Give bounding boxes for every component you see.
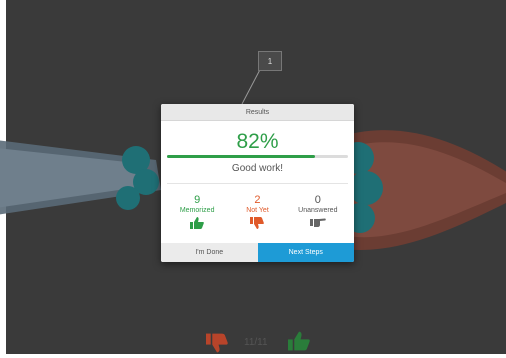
- stat-memorized: 9 Memorized: [169, 195, 225, 229]
- memorized-label: Memorized: [179, 207, 215, 214]
- pointing-hand-icon: [309, 218, 326, 227]
- im-done-button[interactable]: I'm Done: [161, 243, 258, 262]
- section-divider: [167, 183, 348, 184]
- dialog-header: Results: [161, 104, 354, 121]
- card-counter: 11/11: [244, 337, 268, 348]
- score-progress-bar: [167, 155, 348, 158]
- dialog-actions: I'm Done Next Steps: [161, 243, 354, 262]
- window-bottom-edge: [0, 354, 506, 358]
- score-progress-fill: [167, 155, 316, 158]
- unanswered-count: 0: [314, 194, 321, 206]
- stats-row: 9 Memorized 2 Not Yet 0 Unanswered: [161, 195, 354, 229]
- score-percent: 82%: [236, 130, 279, 153]
- callout-marker[interactable]: 1: [258, 51, 282, 71]
- not-yet-label: Not Yet: [246, 207, 269, 214]
- unanswered-label: Unanswered: [298, 207, 338, 214]
- memorized-count: 9: [194, 194, 201, 206]
- not-yet-thumbs-down-icon[interactable]: [206, 332, 228, 354]
- stat-unanswered: 0 Unanswered: [290, 195, 346, 229]
- not-yet-count: 2: [254, 194, 261, 206]
- score-message: Good work!: [231, 163, 284, 174]
- callout-label: 1: [267, 56, 273, 66]
- memorized-thumbs-up-icon[interactable]: [288, 330, 310, 352]
- results-dialog: Results 82% Good work! 9 Memorized 2 Not…: [161, 104, 354, 262]
- dialog-title: Results: [245, 108, 270, 116]
- next-steps-button[interactable]: Next Steps: [257, 243, 354, 262]
- thumbs-down-icon: [250, 217, 265, 229]
- stat-not-yet: 2 Not Yet: [229, 195, 285, 229]
- thumbs-up-icon: [190, 217, 204, 229]
